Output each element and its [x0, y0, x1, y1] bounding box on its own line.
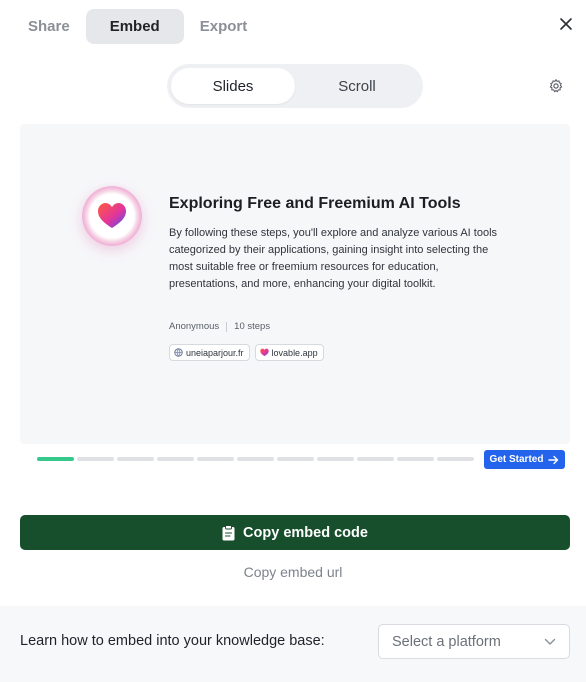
platform-select[interactable]: Select a platform: [378, 624, 570, 659]
meta-divider: [226, 321, 228, 332]
source-chip-label: lovable.app: [271, 347, 318, 358]
tab-embed[interactable]: Embed: [85, 9, 184, 44]
author-label: Anonymous: [169, 321, 220, 332]
footer-section: Learn how to embed into your knowledge b…: [0, 606, 586, 682]
source-chip[interactable]: lovable.app: [254, 344, 324, 361]
embed-preview: Exploring Free and Freemium AI Tools By …: [20, 124, 570, 444]
top-tabs: Share Embed Export: [12, 9, 263, 44]
progress-segment: [157, 457, 194, 461]
source-chip-label: uneiaparjour.fr: [186, 347, 244, 358]
progress-segment: [117, 457, 154, 461]
source-chips: uneiaparjour.fr lovable.app: [169, 344, 324, 361]
progress-segment: [397, 457, 434, 461]
copy-embed-code-label: Copy embed code: [243, 524, 368, 541]
tab-share[interactable]: Share: [12, 9, 86, 44]
close-button[interactable]: [556, 14, 576, 34]
slides-option[interactable]: Slides: [171, 68, 295, 104]
knowledge-base-label: Learn how to embed into your knowledge b…: [20, 633, 325, 649]
platform-select-value: Select a platform: [392, 633, 501, 650]
progress-segment: [437, 457, 474, 461]
progress-segment: [77, 457, 114, 461]
tab-export[interactable]: Export: [184, 9, 264, 44]
view-mode-toggle: Slides Scroll: [167, 64, 423, 108]
progress-segment: [357, 457, 394, 461]
clipboard-icon: [222, 524, 235, 540]
gear-icon: [549, 79, 563, 93]
preview-title: Exploring Free and Freemium AI Tools: [169, 195, 461, 212]
source-chip[interactable]: uneiaparjour.fr: [169, 344, 250, 361]
preview-meta: Anonymous 10 steps: [169, 321, 270, 332]
scroll-option[interactable]: Scroll: [295, 68, 419, 104]
settings-button[interactable]: [548, 78, 564, 94]
heart-logo-icon: [98, 203, 126, 228]
steps-count: 10 steps: [234, 321, 271, 332]
preview-description: By following these steps, you'll explore…: [169, 227, 498, 290]
get-started-label: Get Started: [489, 454, 544, 465]
progress-segment: [277, 457, 314, 461]
globe-icon: [174, 348, 183, 357]
heart-icon: [259, 348, 269, 357]
progress-segment: [37, 457, 74, 461]
progress-segment: [317, 457, 354, 461]
get-started-button[interactable]: Get Started: [484, 450, 565, 469]
progress-segment: [237, 457, 274, 461]
chevron-down-icon: [544, 638, 556, 645]
close-icon: [560, 18, 572, 30]
progress-segment: [197, 457, 234, 461]
step-progress: [37, 457, 474, 461]
copy-embed-code-button[interactable]: Copy embed code: [20, 515, 570, 550]
copy-embed-url-link[interactable]: Copy embed url: [0, 564, 586, 580]
arrow-right-icon: [548, 455, 559, 464]
app-logo: [82, 186, 142, 246]
